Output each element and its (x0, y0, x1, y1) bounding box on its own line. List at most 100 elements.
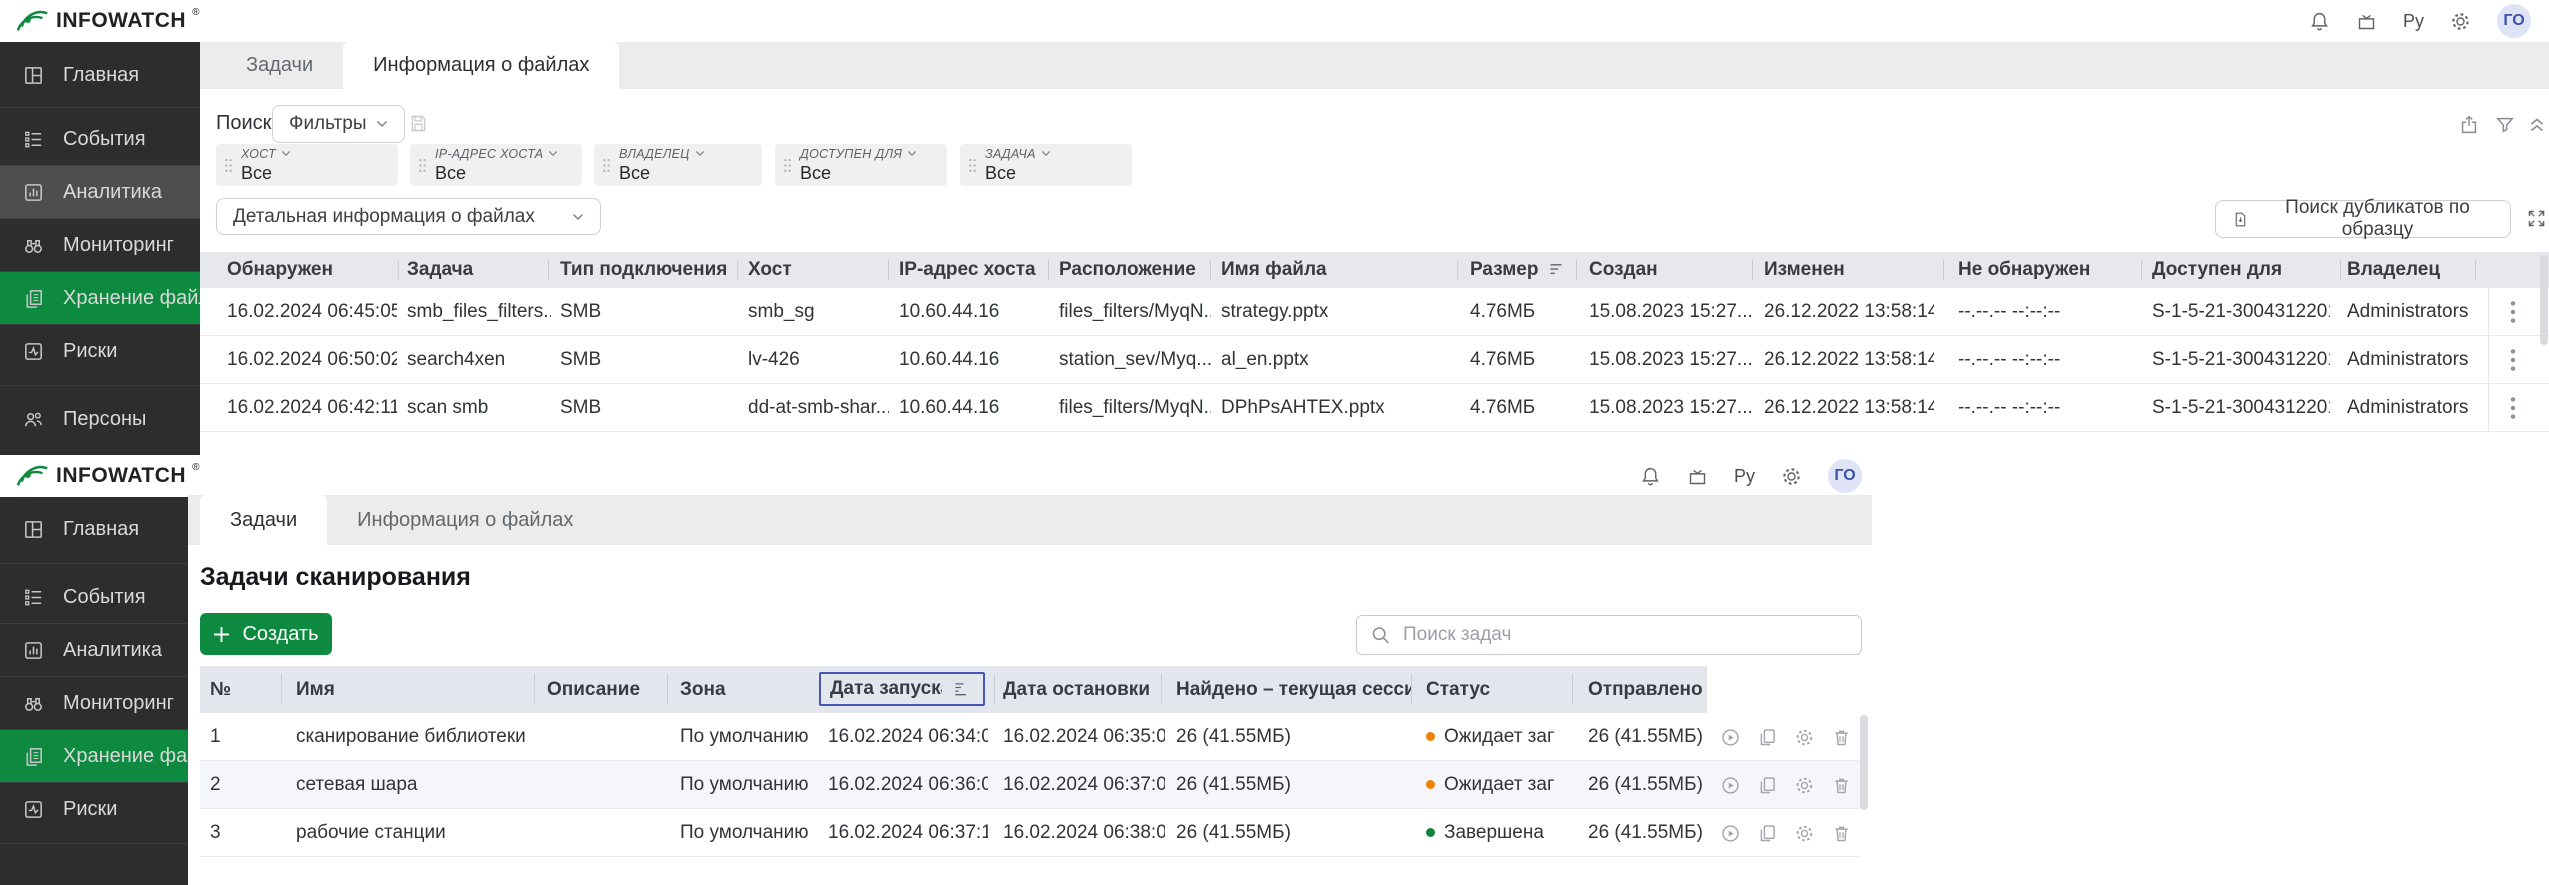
column-header[interactable]: Найдено – текущая сессия (1176, 666, 1411, 713)
save-filter-icon[interactable] (408, 113, 429, 134)
filter-chip-accessible[interactable]: ДОСТУПЕН ДЛЯВсе (775, 144, 947, 186)
vertical-scrollbar[interactable] (1860, 715, 1868, 810)
sidebar-item-home[interactable]: Главная (0, 503, 188, 555)
sidebar-item-events[interactable]: События (0, 571, 188, 623)
column-header[interactable]: Обнаружен (227, 252, 397, 288)
sidebar-item-monitoring[interactable]: Мониторинг (0, 677, 188, 729)
filter-chip-host[interactable]: ХОСТВсе (216, 144, 398, 186)
run-task-icon[interactable] (1720, 823, 1741, 844)
drag-handle-icon[interactable] (602, 158, 611, 173)
table-row[interactable]: 16.02.2024 06:45:05 smb_files_filters...… (200, 288, 2549, 336)
column-header[interactable]: Зона (680, 666, 810, 713)
delete-task-icon[interactable] (1831, 775, 1852, 796)
task-settings-icon[interactable] (1794, 823, 1815, 844)
sort-icon[interactable] (953, 682, 969, 697)
drag-handle-icon[interactable] (224, 158, 233, 173)
column-header[interactable]: Доступен для (2152, 252, 2330, 288)
column-header[interactable]: Расположение (1059, 252, 1211, 288)
cell-detected: 16.02.2024 06:50:02 (227, 336, 397, 383)
filter-chip-owner[interactable]: ВЛАДЕЛЕЦВсе (594, 144, 762, 186)
tab-file-info[interactable]: Информация о файлах (327, 495, 603, 545)
sidebar-item-persons[interactable]: Персоны (0, 393, 200, 445)
row-menu-icon[interactable] (2504, 349, 2522, 371)
sidebar-item-analytics[interactable]: Аналитика (0, 624, 188, 676)
sidebar-item-analytics[interactable]: Аналитика (0, 166, 200, 218)
cell-modified: 26.12.2022 13:58:14 (1764, 336, 1934, 383)
task-settings-icon[interactable] (1794, 727, 1815, 748)
language-switcher[interactable]: Ру (1734, 466, 1755, 487)
column-header[interactable]: Статус (1426, 666, 1556, 713)
column-header[interactable]: Создан (1589, 252, 1754, 288)
table-row[interactable]: 2 сетевая шара По умолчанию 16.02.2024 0… (200, 761, 1860, 809)
copy-task-icon[interactable] (1757, 727, 1778, 748)
vertical-scrollbar[interactable] (2540, 255, 2548, 345)
column-header[interactable]: Отправлено – в (1588, 666, 1706, 713)
column-header[interactable]: Размер (1470, 252, 1548, 288)
task-settings-icon[interactable] (1794, 775, 1815, 796)
sort-icon[interactable] (1548, 262, 1565, 277)
guide-icon[interactable] (1687, 466, 1708, 487)
column-header[interactable]: Дата запуска (830, 674, 942, 704)
cell-owner: Administrators (2347, 288, 2482, 335)
copy-task-icon[interactable] (1757, 823, 1778, 844)
run-task-icon[interactable] (1720, 727, 1741, 748)
export-icon[interactable] (2458, 114, 2480, 136)
cell-created: 15.08.2023 15:27... (1589, 384, 1754, 431)
gear-icon[interactable] (2450, 11, 2471, 32)
column-header[interactable]: Задача (407, 252, 551, 288)
column-header[interactable]: Не обнаружен (1958, 252, 2133, 288)
language-switcher[interactable]: Ру (2403, 11, 2424, 32)
chip-value: Все (241, 163, 291, 184)
column-header[interactable]: Владелец (2347, 252, 2477, 288)
expand-icon[interactable] (2526, 208, 2547, 229)
view-select[interactable]: Детальная информация о файлах (216, 198, 601, 235)
filters-dropdown-button[interactable]: Фильтры (272, 105, 405, 143)
sidebar-item-monitoring[interactable]: Мониторинг (0, 219, 200, 271)
run-task-icon[interactable] (1720, 775, 1741, 796)
gear-icon[interactable] (1781, 466, 1802, 487)
table-row[interactable]: 16.02.2024 06:50:02 search4xen SMB lv-42… (200, 336, 2549, 384)
duplicate-search-button[interactable]: Поиск дубликатов по образцу (2215, 200, 2511, 238)
guide-icon[interactable] (2356, 11, 2377, 32)
create-task-button[interactable]: Создать (200, 613, 332, 655)
sidebar-item-events[interactable]: События (0, 113, 200, 165)
tab-file-info[interactable]: Информация о файлах (343, 42, 619, 89)
column-header[interactable]: Описание (547, 666, 659, 713)
table-row[interactable]: 16.02.2024 06:42:11 scan smb SMB dd-at-s… (200, 384, 2549, 432)
column-header[interactable]: Хост (748, 252, 889, 288)
tab-tasks[interactable]: Задачи (200, 495, 327, 545)
copy-task-icon[interactable] (1757, 775, 1778, 796)
filter-chip-ip[interactable]: IP-АДРЕС ХОСТАВсе (410, 144, 582, 186)
bell-icon[interactable] (2309, 11, 2330, 32)
avatar[interactable]: ГО (1828, 459, 1862, 493)
delete-task-icon[interactable] (1831, 727, 1852, 748)
row-menu-icon[interactable] (2504, 301, 2522, 323)
column-header[interactable]: № (210, 666, 270, 713)
delete-task-icon[interactable] (1831, 823, 1852, 844)
sidebar-item-home[interactable]: Главная (0, 49, 200, 101)
table-row[interactable]: 3 рабочие станции По умолчанию 16.02.202… (200, 809, 1860, 857)
column-header[interactable]: Тип подключения (560, 252, 738, 288)
row-menu-icon[interactable] (2504, 397, 2522, 419)
drag-handle-icon[interactable] (418, 158, 427, 173)
drag-handle-icon[interactable] (968, 158, 977, 173)
column-header[interactable]: IP-адрес хоста (899, 252, 1049, 288)
bell-icon[interactable] (1640, 466, 1661, 487)
collapse-icon[interactable] (2526, 114, 2548, 136)
column-header[interactable]: Изменен (1764, 252, 1934, 288)
sidebar-item-risks[interactable]: Риски (0, 325, 200, 377)
avatar[interactable]: ГО (2497, 4, 2531, 38)
column-header[interactable]: Дата остановки (1003, 666, 1161, 713)
sidebar-item-file-storage[interactable]: Хранение файлов (0, 272, 200, 324)
filter-funnel-icon[interactable] (2494, 114, 2516, 136)
selected-column-outline[interactable]: Дата запуска (819, 672, 985, 706)
filter-chip-task[interactable]: ЗАДАЧАВсе (960, 144, 1132, 186)
sidebar-item-file-storage[interactable]: Хранение файлов (0, 730, 188, 782)
column-header[interactable]: Имя файла (1221, 252, 1447, 288)
drag-handle-icon[interactable] (783, 158, 792, 173)
column-header[interactable]: Имя (296, 666, 526, 713)
sidebar-item-risks[interactable]: Риски (0, 783, 188, 835)
table-row[interactable]: 1 сканирование библиотеки По умолчанию 1… (200, 713, 1860, 761)
tab-tasks[interactable]: Задачи (216, 42, 343, 89)
task-search-input[interactable] (1356, 615, 1862, 655)
